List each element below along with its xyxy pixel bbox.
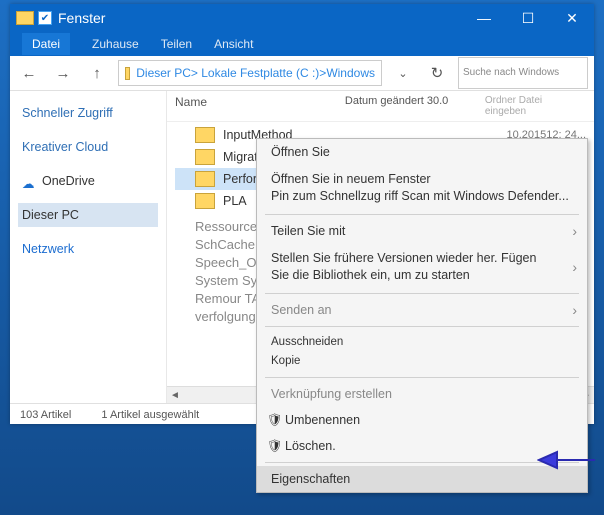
sidebar-item-creativecloud[interactable]: Kreativer Cloud bbox=[18, 135, 158, 159]
shield-icon: 🛡 bbox=[267, 439, 281, 453]
context-menu: Öffnen Sie Öffnen Sie in neuem Fenster P… bbox=[256, 138, 588, 493]
col-type[interactable]: Ordner Datei eingeben bbox=[485, 95, 586, 117]
ctx-share-with[interactable]: Teilen Sie mit› bbox=[257, 218, 587, 244]
shield-icon: 🛡 bbox=[267, 413, 281, 427]
tab-file[interactable]: Datei bbox=[22, 33, 70, 55]
chevron-right-icon: › bbox=[572, 259, 577, 276]
separator bbox=[265, 293, 579, 294]
col-name[interactable]: Name bbox=[175, 95, 345, 117]
titlebar[interactable]: ✔ Fenster — ☐ ✕ bbox=[10, 4, 594, 32]
tab-home[interactable]: Zuhause bbox=[92, 37, 139, 51]
ctx-properties[interactable]: Eigenschaften bbox=[257, 466, 587, 492]
status-selected: 1 Artikel ausgewählt bbox=[101, 409, 199, 421]
ctx-delete[interactable]: 🛡Löschen. bbox=[257, 433, 587, 459]
sidebar-item-onedrive[interactable]: ☁ OneDrive bbox=[18, 169, 158, 193]
folder-icon bbox=[195, 171, 215, 187]
chevron-right-icon: › bbox=[572, 223, 577, 239]
separator bbox=[265, 377, 579, 378]
breadcrumb-dropdown[interactable]: ⌄ bbox=[390, 60, 416, 86]
search-input[interactable]: Suche nach Windows bbox=[458, 57, 588, 89]
ctx-restore-versions[interactable]: Stellen Sie frühere Versionen wieder her… bbox=[257, 244, 587, 290]
folder-icon bbox=[195, 193, 215, 209]
folder-icon bbox=[16, 11, 34, 25]
ctx-send-to[interactable]: Senden an› bbox=[257, 297, 587, 323]
sidebar-item-network[interactable]: Netzwerk bbox=[18, 237, 158, 261]
navbar: ← → ↑ Dieser PC> Lokale Festplatte (C :)… bbox=[10, 56, 594, 91]
breadcrumb[interactable]: Dieser PC> Lokale Festplatte (C :)>Windo… bbox=[118, 60, 382, 86]
ctx-cut[interactable]: Ausschneiden bbox=[257, 330, 587, 355]
forward-button[interactable]: → bbox=[50, 60, 76, 86]
col-date[interactable]: Datum geändert 30.0 bbox=[345, 95, 485, 117]
separator bbox=[265, 326, 579, 327]
ctx-open[interactable]: Öffnen Sie bbox=[257, 139, 587, 165]
sidebar: Schneller Zugriff Kreativer Cloud ☁ OneD… bbox=[10, 91, 167, 403]
tab-share[interactable]: Teilen bbox=[161, 37, 192, 51]
separator bbox=[265, 214, 579, 215]
ctx-open-new-window[interactable]: Öffnen Sie in neuem Fenster Pin zum Schn… bbox=[257, 165, 587, 211]
chevron-right-icon: › bbox=[572, 302, 577, 318]
column-headers[interactable]: Name Datum geändert 30.0 Ordner Datei ei… bbox=[167, 91, 594, 122]
separator bbox=[265, 462, 579, 463]
back-button[interactable]: ← bbox=[16, 60, 42, 86]
scroll-left-icon[interactable]: ◄ bbox=[167, 390, 183, 401]
folder-icon bbox=[195, 127, 215, 143]
window-title: Fenster bbox=[58, 10, 105, 26]
maximize-button[interactable]: ☐ bbox=[506, 4, 550, 32]
ctx-copy[interactable]: Kopie bbox=[257, 355, 587, 374]
refresh-button[interactable]: ↻ bbox=[424, 60, 450, 86]
minimize-button[interactable]: — bbox=[462, 4, 506, 32]
checked-icon: ✔ bbox=[38, 11, 52, 25]
folder-icon bbox=[125, 67, 130, 80]
ctx-create-shortcut[interactable]: Verknüpfung erstellen bbox=[257, 381, 587, 407]
ctx-rename[interactable]: 🛡Umbenennen bbox=[257, 407, 587, 433]
up-button[interactable]: ↑ bbox=[84, 60, 110, 86]
tab-view[interactable]: Ansicht bbox=[214, 37, 253, 51]
sidebar-item-quickaccess[interactable]: Schneller Zugriff bbox=[18, 101, 158, 125]
ribbon-tabs: Datei Zuhause Teilen Ansicht bbox=[10, 32, 594, 56]
breadcrumb-text: Dieser PC> Lokale Festplatte (C :)>Windo… bbox=[136, 66, 375, 80]
sidebar-item-thispc[interactable]: Dieser PC bbox=[18, 203, 158, 227]
folder-icon bbox=[195, 149, 215, 165]
status-count: 103 Artikel bbox=[20, 409, 71, 421]
search-placeholder: Suche nach Windows bbox=[463, 67, 559, 79]
cloud-icon: ☁ bbox=[22, 176, 36, 187]
close-button[interactable]: ✕ bbox=[550, 4, 594, 32]
